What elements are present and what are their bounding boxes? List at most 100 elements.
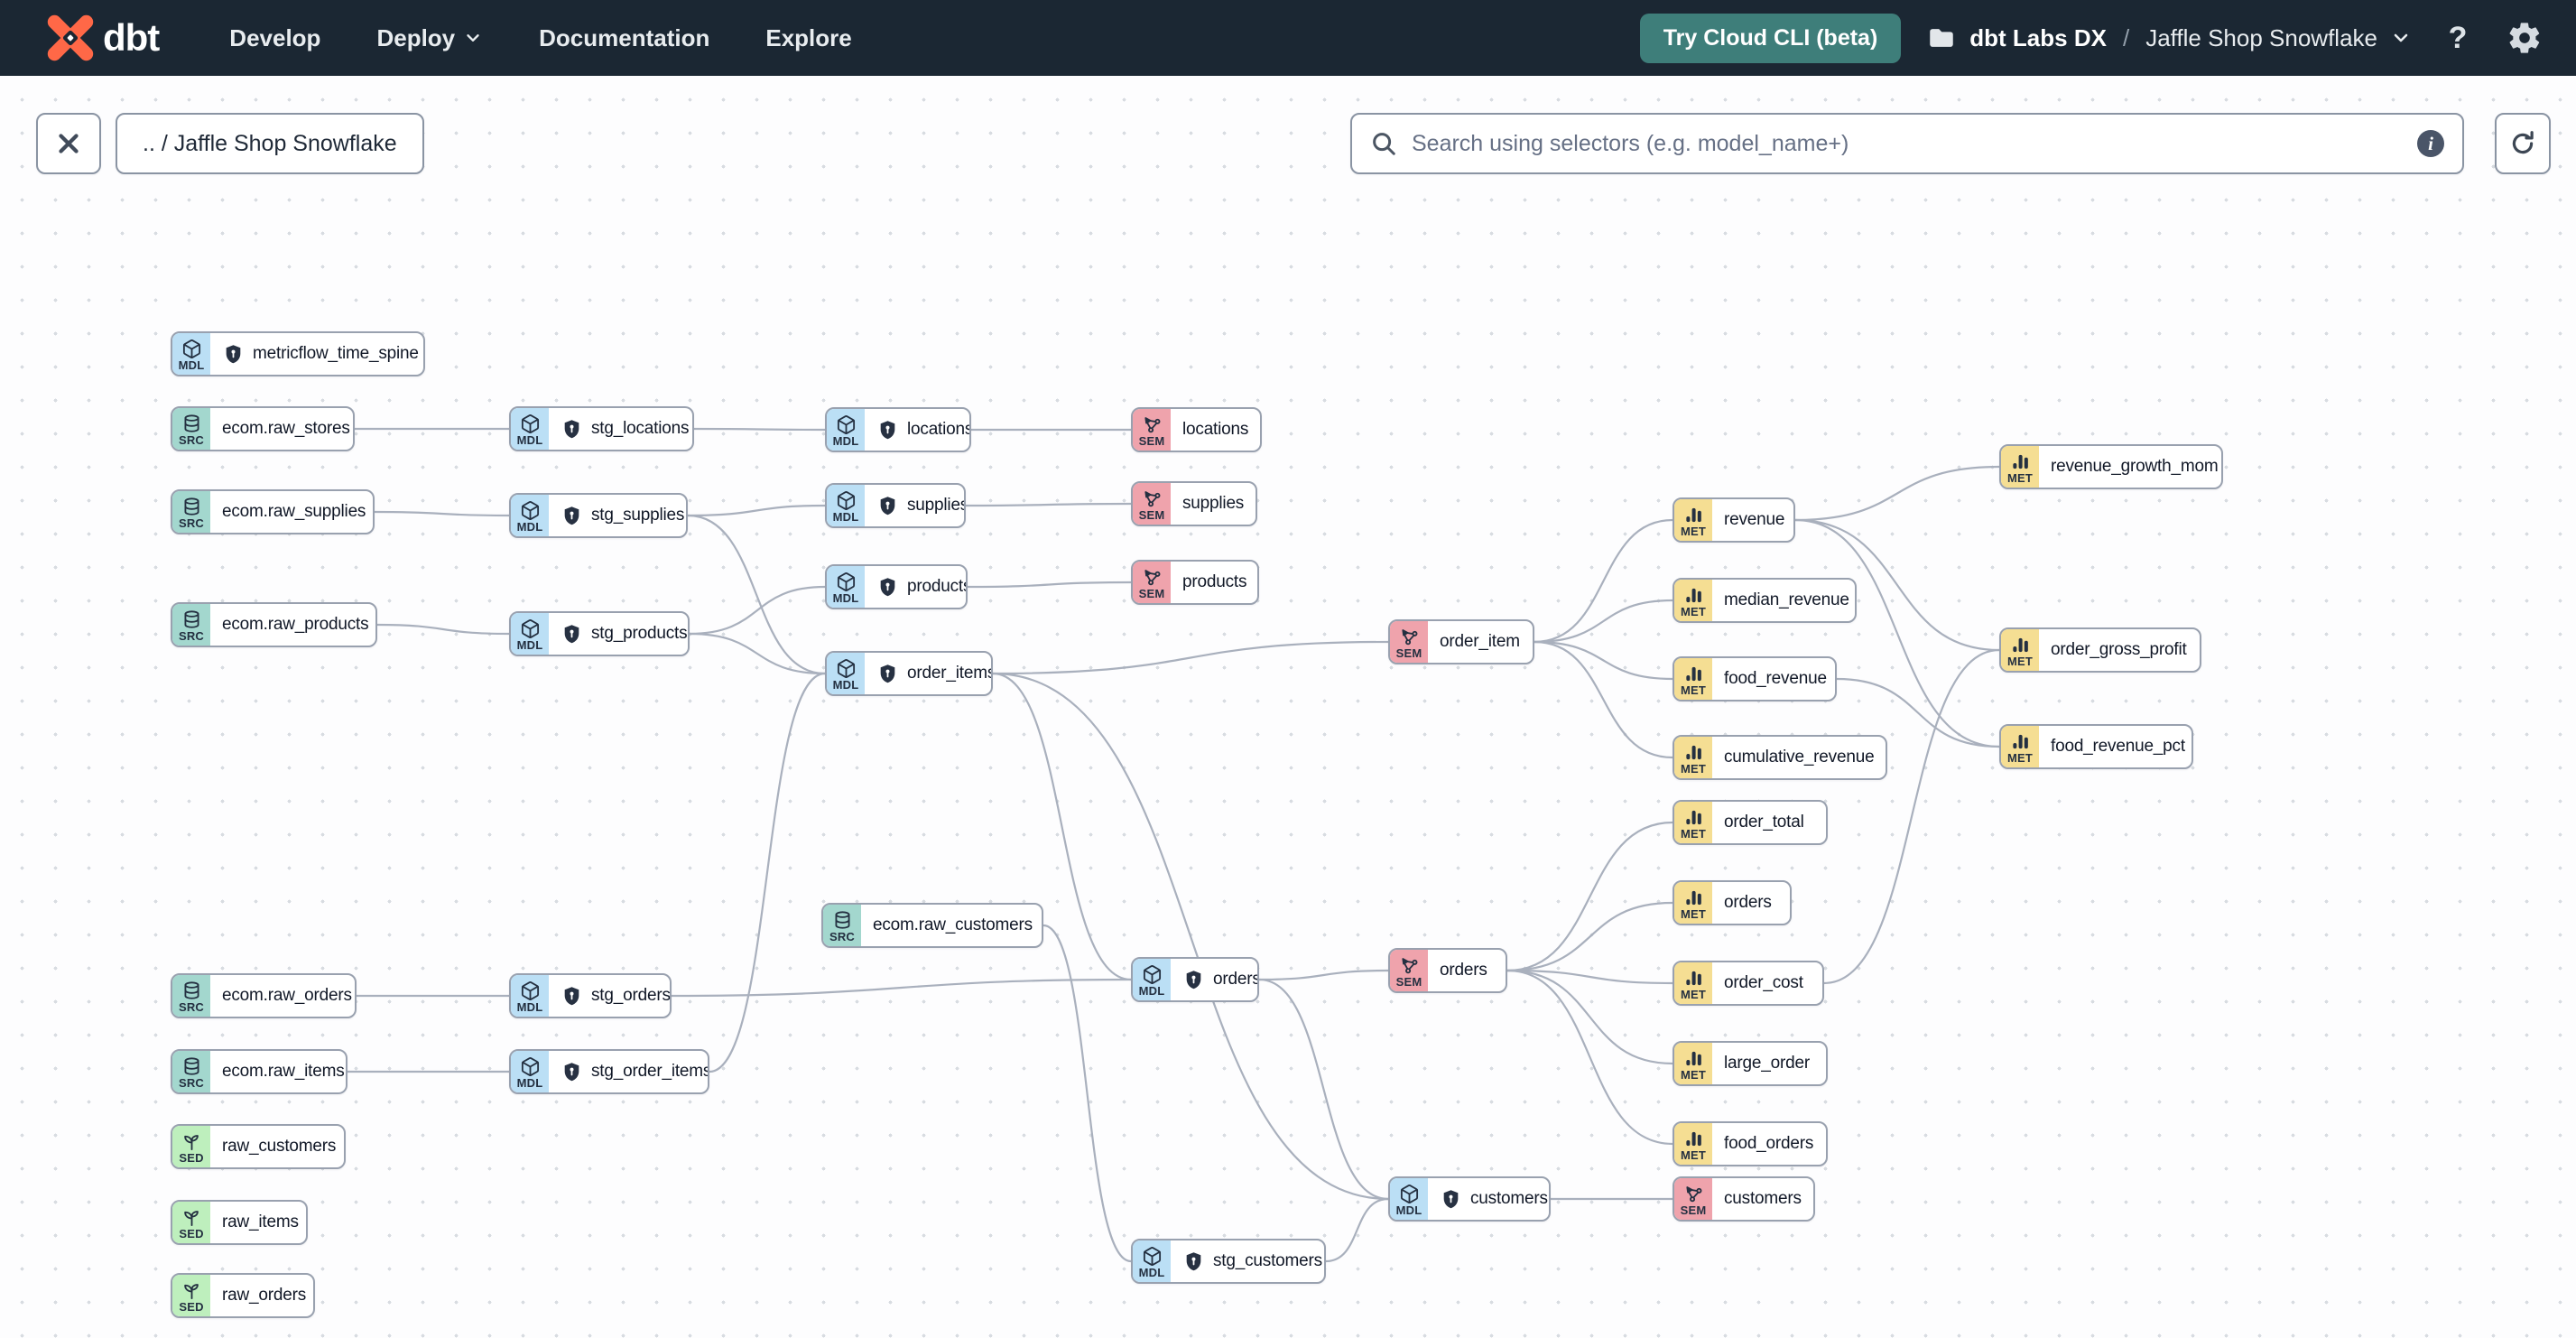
graph-node-products[interactable]: MDL products bbox=[825, 564, 968, 609]
lineage-canvas[interactable] bbox=[0, 76, 2576, 1338]
app-header: dbt Develop Deploy Documentation Explore… bbox=[0, 0, 2576, 76]
contract-shield-icon bbox=[226, 344, 241, 363]
graph-node-orders_met[interactable]: MET orders bbox=[1673, 880, 1792, 925]
node-type-label: MET bbox=[1680, 524, 1707, 538]
contract-shield-icon bbox=[880, 496, 895, 515]
contract-shield-icon bbox=[876, 419, 899, 441]
graph-node-median_revenue[interactable]: MET median_revenue bbox=[1673, 578, 1857, 623]
node-type-label: SED bbox=[179, 1299, 204, 1314]
node-label: order_gross_profit bbox=[2051, 640, 2187, 659]
graph-node-order_gross_profit[interactable]: MET order_gross_profit bbox=[1999, 627, 2201, 673]
node-label: food_revenue bbox=[1724, 669, 1827, 688]
graph-node-seed_raw_customers[interactable]: SED raw_customers bbox=[171, 1124, 346, 1169]
help-icon[interactable]: ? bbox=[2437, 17, 2479, 59]
node-type-badge: MET bbox=[1674, 1043, 1712, 1084]
gear-icon[interactable] bbox=[2504, 17, 2545, 59]
graph-node-order_cost[interactable]: MET order_cost bbox=[1673, 961, 1824, 1006]
metric-bars-icon bbox=[1685, 890, 1701, 905]
search-input[interactable] bbox=[1412, 130, 2403, 157]
graph-node-order_item_sem[interactable]: SEM order_item bbox=[1388, 619, 1534, 664]
graph-node-metricflow_time_spine[interactable]: MDL metricflow_time_spine bbox=[171, 331, 425, 376]
node-type-badge: SRC bbox=[172, 1051, 210, 1092]
node-body: orders bbox=[1428, 950, 1500, 991]
node-body: locations bbox=[1171, 409, 1260, 451]
model-cube-icon bbox=[521, 618, 539, 638]
node-type-label: MET bbox=[1680, 604, 1707, 618]
graph-node-locations_sem[interactable]: SEM locations bbox=[1131, 407, 1262, 452]
node-type-label: SRC bbox=[178, 432, 205, 447]
node-body: food_orders bbox=[1712, 1123, 1826, 1165]
close-lineage-button[interactable] bbox=[36, 113, 101, 174]
node-body: stg_orders bbox=[549, 975, 670, 1017]
graph-node-order_total[interactable]: MET order_total bbox=[1673, 800, 1828, 845]
nav-documentation[interactable]: Documentation bbox=[539, 24, 709, 52]
node-type-badge: MDL bbox=[827, 409, 865, 451]
graph-node-src_raw_items[interactable]: SRC ecom.raw_items bbox=[171, 1049, 347, 1094]
node-body: metricflow_time_spine bbox=[210, 333, 423, 375]
close-icon bbox=[59, 134, 79, 153]
graph-node-stg_locations[interactable]: MDL stg_locations bbox=[509, 406, 694, 451]
node-body: customers bbox=[1712, 1178, 1813, 1220]
contract-shield-icon bbox=[222, 343, 245, 366]
graph-node-src_raw_customers[interactable]: SRC ecom.raw_customers bbox=[821, 903, 1043, 948]
nav-deploy[interactable]: Deploy bbox=[376, 24, 483, 52]
node-type-label: SEM bbox=[1395, 974, 1422, 989]
project-name[interactable]: Jaffle Shop Snowflake bbox=[2145, 24, 2377, 52]
graph-node-locations[interactable]: MDL locations bbox=[825, 407, 971, 452]
main-nav: Develop Deploy Documentation Explore bbox=[229, 24, 851, 52]
node-body: customers bbox=[1428, 1178, 1549, 1220]
refresh-button[interactable] bbox=[2495, 113, 2551, 174]
node-type-badge: SEM bbox=[1133, 409, 1171, 451]
graph-node-src_raw_products[interactable]: SRC ecom.raw_products bbox=[171, 602, 377, 647]
graph-node-src_raw_supplies[interactable]: SRC ecom.raw_supplies bbox=[171, 489, 375, 534]
try-cloud-cli-button[interactable]: Try Cloud CLI (beta) bbox=[1639, 13, 1902, 63]
graph-node-supplies_sem[interactable]: SEM supplies bbox=[1131, 481, 1257, 526]
database-icon bbox=[183, 413, 199, 432]
node-body: order_items bbox=[865, 653, 991, 694]
nav-develop[interactable]: Develop bbox=[229, 24, 320, 52]
graph-node-order_items[interactable]: MDL order_items bbox=[825, 651, 993, 696]
graph-node-food_orders[interactable]: MET food_orders bbox=[1673, 1121, 1828, 1166]
info-icon[interactable]: i bbox=[2417, 130, 2444, 157]
node-type-badge: SRC bbox=[823, 905, 861, 946]
graph-node-revenue_growth_mom[interactable]: MET revenue_growth_mom bbox=[1999, 444, 2223, 489]
chevron-down-icon bbox=[467, 34, 479, 42]
graph-node-orders_sem[interactable]: SEM orders bbox=[1388, 948, 1507, 993]
graph-node-cumulative_revenue[interactable]: MET cumulative_revenue bbox=[1673, 735, 1887, 780]
metric-bars-icon bbox=[1685, 1051, 1701, 1065]
node-label: raw_orders bbox=[222, 1286, 307, 1305]
node-label: products bbox=[1182, 572, 1247, 591]
node-body: products bbox=[1171, 562, 1257, 603]
graph-node-large_order[interactable]: MET large_order bbox=[1673, 1041, 1828, 1086]
graph-node-revenue[interactable]: MET revenue bbox=[1673, 497, 1795, 543]
node-type-badge: SEM bbox=[1390, 621, 1428, 663]
node-body: large_order bbox=[1712, 1043, 1822, 1084]
graph-node-seed_raw_items[interactable]: SED raw_items bbox=[171, 1200, 308, 1245]
graph-node-src_raw_orders[interactable]: SRC ecom.raw_orders bbox=[171, 973, 357, 1018]
graph-node-customers_sem[interactable]: SEM customers bbox=[1673, 1176, 1815, 1222]
nav-explore[interactable]: Explore bbox=[765, 24, 851, 52]
graph-node-food_revenue[interactable]: MET food_revenue bbox=[1673, 656, 1837, 702]
metric-bars-icon bbox=[1685, 507, 1701, 522]
graph-node-src_raw_stores[interactable]: SRC ecom.raw_stores bbox=[171, 406, 355, 451]
contract-shield-icon bbox=[1186, 1251, 1201, 1270]
graph-node-orders_mdl[interactable]: MDL orders bbox=[1131, 957, 1259, 1002]
graph-node-stg_order_items[interactable]: MDL stg_order_items bbox=[509, 1049, 709, 1094]
graph-node-products_sem[interactable]: SEM products bbox=[1131, 560, 1259, 605]
graph-node-seed_raw_orders[interactable]: SED raw_orders bbox=[171, 1273, 315, 1318]
chevron-down-icon[interactable] bbox=[2390, 27, 2412, 49]
dbt-logo[interactable]: dbt bbox=[47, 14, 160, 61]
seed-icon bbox=[183, 1134, 199, 1150]
graph-node-customers_mdl[interactable]: MDL customers bbox=[1388, 1176, 1551, 1222]
node-type-badge: SED bbox=[172, 1275, 210, 1316]
graph-node-supplies[interactable]: MDL supplies bbox=[825, 483, 966, 528]
org-name[interactable]: dbt Labs DX bbox=[1969, 24, 2107, 52]
graph-node-stg_customers[interactable]: MDL stg_customers bbox=[1131, 1239, 1326, 1284]
node-type-label: MDL bbox=[1395, 1203, 1422, 1217]
graph-node-stg_products[interactable]: MDL stg_products bbox=[509, 611, 690, 656]
graph-node-stg_supplies[interactable]: MDL stg_supplies bbox=[509, 493, 688, 538]
node-body: cumulative_revenue bbox=[1712, 737, 1886, 778]
graph-node-food_revenue_pct[interactable]: MET food_revenue_pct bbox=[1999, 724, 2193, 769]
lineage-breadcrumb[interactable]: .. / Jaffle Shop Snowflake bbox=[116, 113, 424, 174]
graph-node-stg_orders[interactable]: MDL stg_orders bbox=[509, 973, 672, 1018]
